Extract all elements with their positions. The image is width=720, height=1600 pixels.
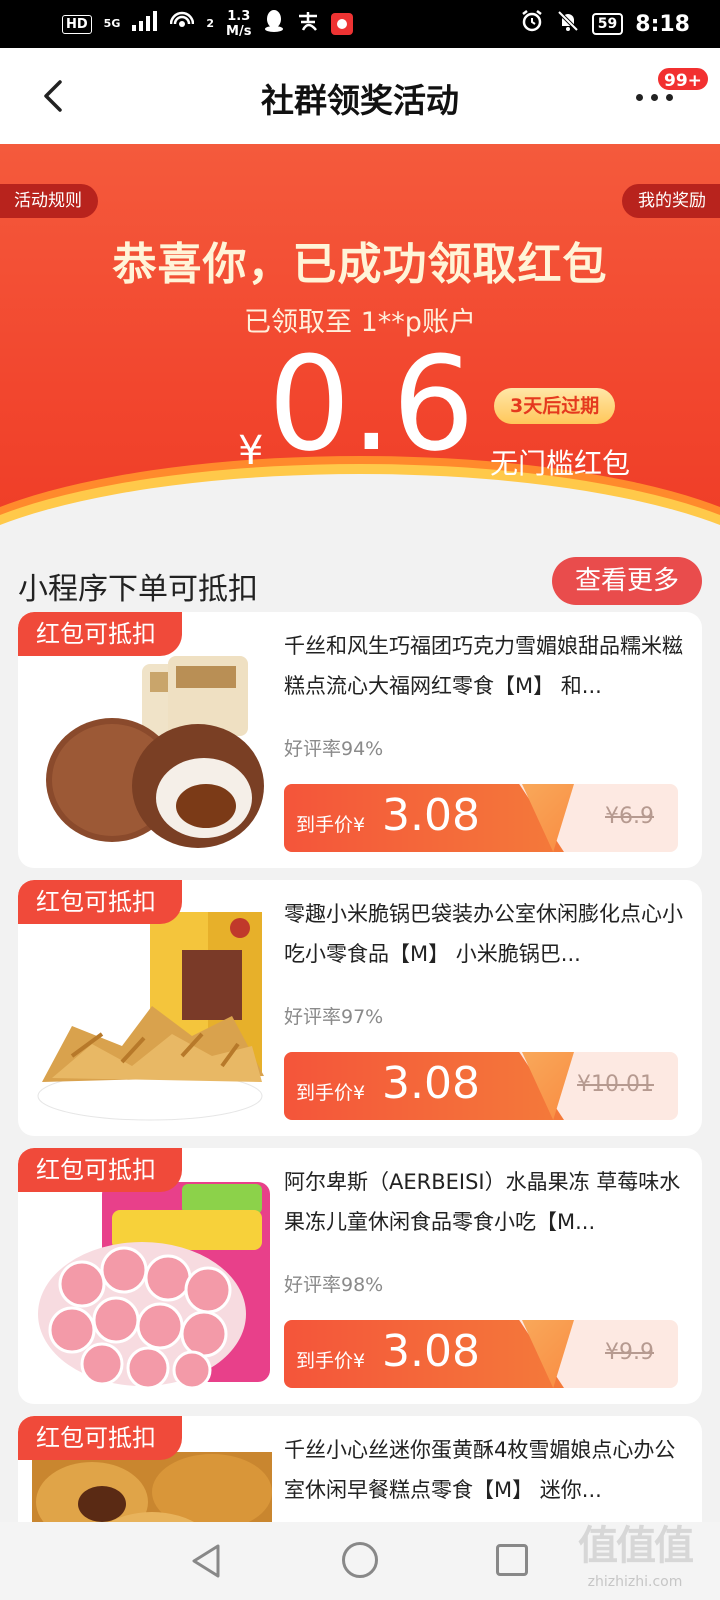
network-indicator: 5G <box>103 17 121 30</box>
hotspot-icon <box>170 10 195 38</box>
section-title: 小程序下单可抵扣 <box>18 572 258 607</box>
deductible-tag: 红包可抵扣 <box>18 1148 182 1192</box>
nav-recent-apps-icon[interactable] <box>496 1544 528 1576</box>
price-bar[interactable]: 到手价¥ 3.08 ¥6.9 <box>284 784 678 852</box>
jelly-product-image <box>38 1182 270 1390</box>
mute-icon <box>556 9 580 39</box>
watermark-logo: 值值值 <box>578 1523 694 1569</box>
price-bar[interactable]: 到手价¥ 3.08 ¥10.01 <box>284 1052 678 1120</box>
product-rating: 好评率98% <box>284 1274 384 1296</box>
site-watermark: 值值值 zhizhizhi.com <box>560 1518 710 1600</box>
coupon-type-label: 无门槛红包 <box>490 447 631 480</box>
currency-symbol: ¥ <box>238 428 264 474</box>
price-bar[interactable]: 到手价¥ 3.08 ¥9.9 <box>284 1320 678 1388</box>
final-price: 3.08 <box>382 1058 480 1109</box>
deductible-tag: 红包可抵扣 <box>18 612 182 656</box>
app-notification-icon <box>331 13 354 35</box>
alarm-icon <box>520 9 544 39</box>
product-title[interactable]: 千丝和风生巧福团巧克力雪媚娘甜品糯米糍糕点流心大福网红零食【M】 和... <box>284 626 684 710</box>
original-price: ¥9.9 <box>605 1340 654 1365</box>
product-card[interactable]: 红包可抵扣 千丝和风生巧福团巧克力雪媚娘甜品糯米糍糕点流心大福网红零食【M】 和… <box>18 612 702 868</box>
final-price: 3.08 <box>382 1326 480 1377</box>
notification-badge: 99+ <box>656 66 710 92</box>
congrats-text: 恭喜你，已成功领取红包 <box>112 239 608 290</box>
product-title[interactable]: 千丝小心丝迷你蛋黄酥4枚雪媚娘点心办公室休闲早餐糕点零食【M】 迷你... <box>284 1430 684 1514</box>
nav-home-icon[interactable] <box>342 1542 378 1578</box>
product-title[interactable]: 阿尔卑斯（AERBEISI）水晶果冻 草莓味水果冻儿童休闲食品零食小吃【M... <box>284 1162 684 1246</box>
activity-rules-button[interactable]: 活动规则 <box>0 184 98 218</box>
deductible-tag: 红包可抵扣 <box>18 880 182 924</box>
app-header: 社群领奖活动 99+ <box>0 48 720 144</box>
view-more-button[interactable]: 查看更多 <box>552 557 702 605</box>
hd-indicator: HD <box>62 14 92 34</box>
original-price: ¥10.01 <box>577 1072 654 1097</box>
watermark-url: zhizhizhi.com <box>587 1574 683 1590</box>
banner-curve-decoration <box>0 474 720 554</box>
qq-icon <box>263 9 285 39</box>
final-price-label: 到手价¥ <box>296 1082 366 1104</box>
status-bar: HD 5G 2 1.3 M/s 59 8:18 <box>0 0 720 48</box>
battery-indicator: 59 <box>591 13 624 35</box>
mochi-product-image <box>46 656 264 848</box>
product-card[interactable]: 红包可抵扣 阿尔卑斯（AERBEISI）水晶果冻 草莓味水果冻儿童休闲食品零食小… <box>18 1148 702 1404</box>
my-rewards-button[interactable]: 我的奖励 <box>622 184 720 218</box>
product-rating: 好评率97% <box>284 1006 384 1028</box>
clock: 8:18 <box>635 11 690 37</box>
product-card[interactable]: 红包可抵扣 零趣小米脆锅巴袋装办公室休闲膨化点心小吃小零食品【M】 小米脆锅巴.… <box>18 880 702 1136</box>
final-price-label: 到手价¥ <box>296 814 366 836</box>
original-price: ¥6.9 <box>605 804 654 829</box>
alipay-icon <box>297 10 319 38</box>
red-packet-banner: 活动规则 我的奖励 恭喜你，已成功领取红包 已领取至 1**p账户 ¥ 0.6 … <box>0 144 720 554</box>
expire-badge: 3天后过期 <box>494 388 616 424</box>
final-price-label: 到手价¥ <box>296 1350 366 1372</box>
crispy-rice-product-image <box>37 912 264 1121</box>
network-speed: 1.3 M/s <box>226 9 251 39</box>
more-options-icon[interactable] <box>636 94 676 104</box>
speed-unit: M/s <box>226 24 252 39</box>
nav-back-icon[interactable] <box>188 1542 224 1580</box>
final-price: 3.08 <box>382 790 480 841</box>
product-title[interactable]: 零趣小米脆锅巴袋装办公室休闲膨化点心小吃小零食品【M】 小米脆锅巴... <box>284 894 684 978</box>
hotspot-count: 2 <box>206 17 215 30</box>
speed-value: 1.3 <box>227 9 251 24</box>
page-title: 社群领奖活动 <box>261 81 459 120</box>
red-packet-amount: 0.6 <box>268 328 475 480</box>
product-rating: 好评率94% <box>284 738 384 760</box>
deductible-tag: 红包可抵扣 <box>18 1416 182 1460</box>
signal-icon <box>132 11 158 37</box>
